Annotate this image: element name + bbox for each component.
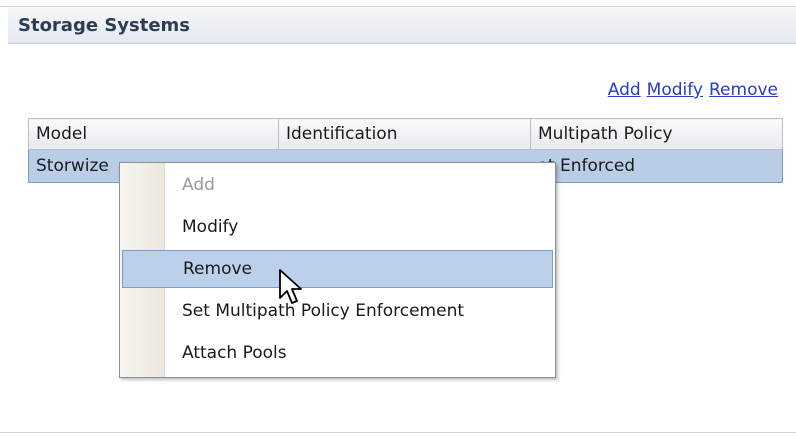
menu-item-add[interactable]: Add — [122, 166, 553, 204]
add-link[interactable]: Add — [608, 80, 641, 100]
remove-link[interactable]: Remove — [709, 80, 778, 100]
panel-header: Storage Systems — [8, 6, 796, 44]
mouse-cursor-icon — [279, 269, 302, 304]
panel-title: Storage Systems — [18, 15, 191, 36]
column-header-model[interactable]: Model — [28, 118, 279, 150]
action-links: Add Modify Remove — [608, 80, 778, 100]
menu-item-remove[interactable]: Remove — [122, 250, 553, 288]
column-header-identification[interactable]: Identification — [278, 118, 531, 150]
column-header-multipath-policy[interactable]: Multipath Policy — [530, 118, 783, 150]
modify-link[interactable]: Modify — [647, 80, 703, 100]
context-menu: Add Modify Remove Set Multipath Policy E… — [119, 162, 556, 378]
menu-item-attach-pools[interactable]: Attach Pools — [122, 334, 553, 372]
cell-multipath-policy: ot Enforced — [530, 149, 783, 183]
bottom-divider — [0, 432, 796, 433]
table-header-row: Model Identification Multipath Policy — [28, 118, 783, 150]
menu-item-set-multipath-policy-enforcement[interactable]: Set Multipath Policy Enforcement — [122, 292, 553, 330]
menu-item-modify[interactable]: Modify — [122, 208, 553, 246]
